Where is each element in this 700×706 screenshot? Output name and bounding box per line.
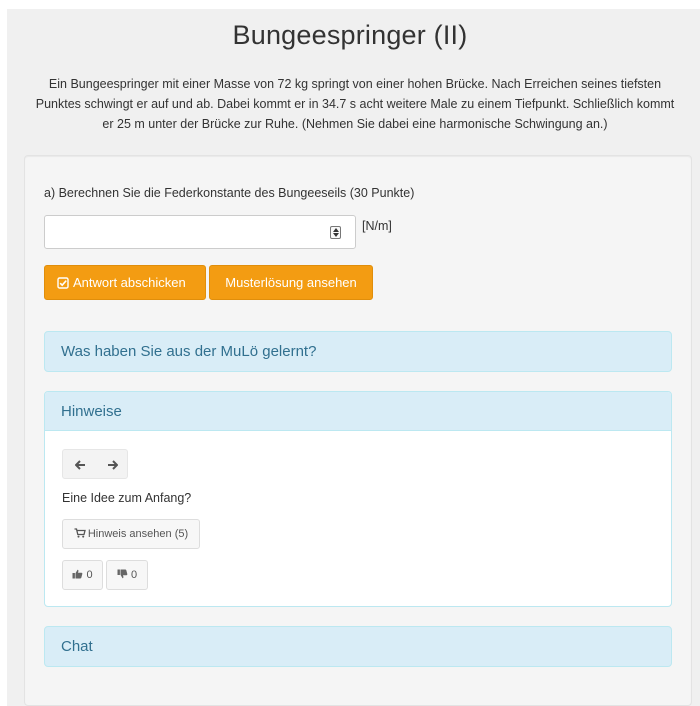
cart-icon: [74, 528, 86, 538]
hint-navigation: [62, 449, 128, 479]
show-hint-label: Hinweis ansehen (5): [87, 528, 189, 540]
thumbs-down-icon: [117, 569, 128, 578]
panel-chat[interactable]: Chat: [44, 626, 672, 667]
thumbs-up-icon: [72, 569, 83, 579]
answer-input[interactable]: [44, 215, 356, 249]
dislike-button[interactable]: 0: [106, 560, 148, 590]
view-solution-button[interactable]: Musterlösung ansehen: [209, 265, 373, 300]
number-spinner-icon[interactable]: [330, 226, 341, 239]
submit-answer-button[interactable]: Antwort abschicken: [44, 265, 206, 300]
problem-description-line: Punktes schwingt er auf und ab. Dabei ko…: [35, 97, 675, 111]
panel-hints-title[interactable]: Hinweise: [45, 392, 671, 431]
page-title: Bungeespringer (II): [232, 20, 468, 50]
panel-learned-title[interactable]: Was haben Sie aus der MuLö gelernt?: [45, 332, 671, 371]
view-solution-label: Musterlösung ansehen: [225, 275, 357, 290]
hint-intro-text: Eine Idee zum Anfang?: [62, 491, 192, 505]
question-text: a) Berechnen Sie die Federkonstante des …: [44, 186, 415, 200]
problem-description-line: er 25 m unter der Brücke zur Ruhe. (Nehm…: [102, 117, 608, 131]
submit-answer-label: Antwort abschicken: [73, 275, 186, 290]
show-hint-button[interactable]: Hinweis ansehen (5): [62, 519, 200, 549]
dislike-count: 0: [130, 569, 138, 581]
unit-label: [N/m]: [362, 219, 392, 233]
problem-description-line: Ein Bungeespringer mit einer Masse von 7…: [48, 77, 662, 91]
arrow-right-icon[interactable]: [97, 450, 127, 478]
panel-chat-title[interactable]: Chat: [45, 627, 671, 666]
panel-learned[interactable]: Was haben Sie aus der MuLö gelernt?: [44, 331, 672, 372]
problem-description: Ein Bungeespringer mit einer Masse von 7…: [10, 74, 700, 134]
like-count: 0: [86, 569, 93, 581]
arrow-left-icon[interactable]: [65, 450, 95, 478]
checkbox-check-icon: [57, 276, 69, 289]
like-button[interactable]: 0: [62, 560, 103, 590]
